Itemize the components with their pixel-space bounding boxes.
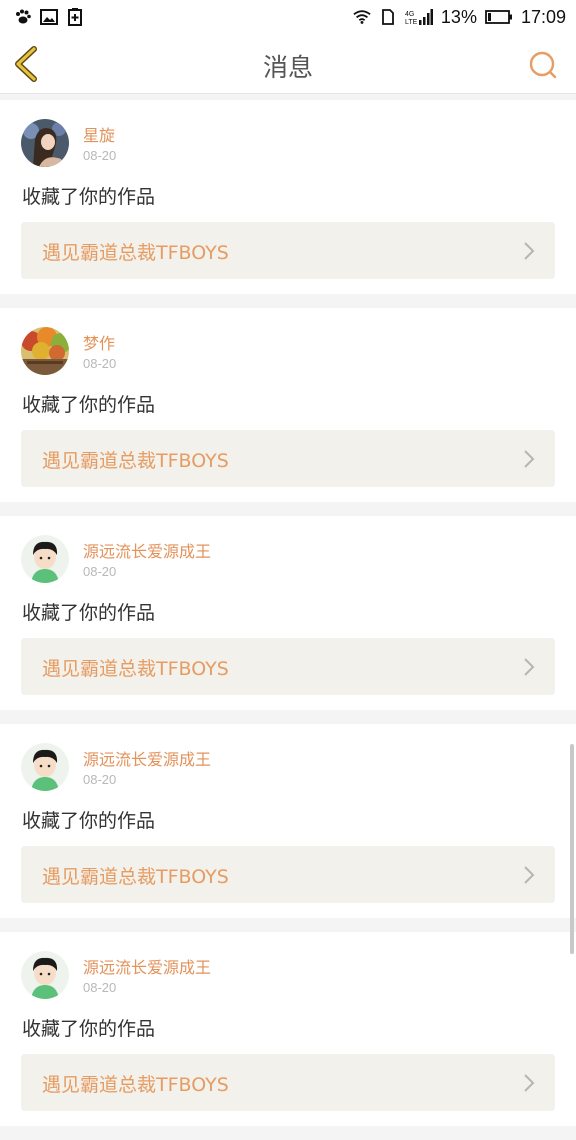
work-link[interactable]: 遇见霸道总裁TFBOYS [21, 222, 555, 279]
username[interactable]: 源远流长爱源成王 [83, 954, 211, 978]
message-date: 08-20 [83, 356, 117, 371]
chevron-right-icon [524, 1074, 535, 1092]
status-right: 4G LTE 13% 17:09 [353, 7, 566, 28]
work-link[interactable]: 遇见霸道总裁TFBOYS [21, 846, 555, 903]
message-action: 收藏了你的作品 [22, 1018, 156, 1040]
message-date: 08-20 [83, 980, 117, 995]
message-card: 源远流长爱源成王 08-20 收藏了你的作品 遇见霸道总裁TFBOYS [0, 516, 576, 710]
work-link[interactable]: 遇见霸道总裁TFBOYS [21, 1054, 555, 1111]
username[interactable]: 源远流长爱源成王 [83, 746, 211, 770]
image-icon [40, 8, 58, 26]
scrollbar[interactable] [570, 744, 574, 954]
work-title: 遇见霸道总裁TFBOYS [42, 866, 229, 888]
chevron-right-icon [524, 242, 535, 260]
work-title: 遇见霸道总裁TFBOYS [42, 450, 229, 472]
message-action: 收藏了你的作品 [22, 602, 156, 624]
signal-4g-icon: 4G LTE [405, 8, 433, 26]
battery-plus-icon [66, 8, 84, 26]
sim-card-icon [379, 8, 397, 26]
status-bar: 4G LTE 13% 17:09 [0, 0, 576, 34]
avatar[interactable] [21, 119, 69, 167]
search-icon [529, 51, 557, 79]
message-card: 梦作 08-20 收藏了你的作品 遇见霸道总裁TFBOYS [0, 308, 576, 502]
battery-percent: 13% [440, 6, 477, 27]
message-action: 收藏了你的作品 [22, 186, 156, 208]
avatar[interactable] [21, 535, 69, 583]
username[interactable]: 梦作 [83, 330, 115, 354]
svg-text:4G: 4G [405, 11, 414, 18]
search-button[interactable] [528, 50, 558, 80]
status-left [14, 8, 84, 26]
clock: 17:09 [520, 6, 566, 27]
battery-icon [485, 8, 513, 26]
work-link[interactable]: 遇见霸道总裁TFBOYS [21, 638, 555, 695]
work-title: 遇见霸道总裁TFBOYS [42, 242, 229, 264]
message-date: 08-20 [83, 772, 117, 787]
message-action: 收藏了你的作品 [22, 810, 156, 832]
message-card: 源远流长爱源成王 08-20 收藏了你的作品 遇见霸道总裁TFBOYS [0, 932, 576, 1126]
username[interactable]: 星旋 [83, 122, 115, 146]
app-header: 消息 [0, 34, 576, 94]
chevron-right-icon [524, 450, 535, 468]
paw-icon [14, 8, 32, 26]
chevron-right-icon [524, 866, 535, 884]
work-link[interactable]: 遇见霸道总裁TFBOYS [21, 430, 555, 487]
avatar[interactable] [21, 327, 69, 375]
message-date: 08-20 [83, 564, 117, 579]
message-card: 星旋 08-20 收藏了你的作品 遇见霸道总裁TFBOYS [0, 100, 576, 294]
username[interactable]: 源远流长爱源成王 [83, 538, 211, 562]
page-title: 消息 [262, 53, 313, 82]
work-title: 遇见霸道总裁TFBOYS [42, 658, 229, 680]
message-card: 源远流长爱源成王 08-20 收藏了你的作品 遇见霸道总裁TFBOYS [0, 724, 576, 918]
message-date: 08-20 [83, 148, 117, 163]
chevron-right-icon [524, 658, 535, 676]
message-list: 星旋 08-20 收藏了你的作品 遇见霸道总裁TFBOYS 梦作 08-20 收… [0, 100, 576, 1140]
work-title: 遇见霸道总裁TFBOYS [42, 1074, 229, 1096]
wifi-icon [353, 8, 371, 26]
avatar[interactable] [21, 743, 69, 791]
message-action: 收藏了你的作品 [22, 394, 156, 416]
svg-text:LTE: LTE [405, 19, 418, 26]
avatar[interactable] [21, 951, 69, 999]
